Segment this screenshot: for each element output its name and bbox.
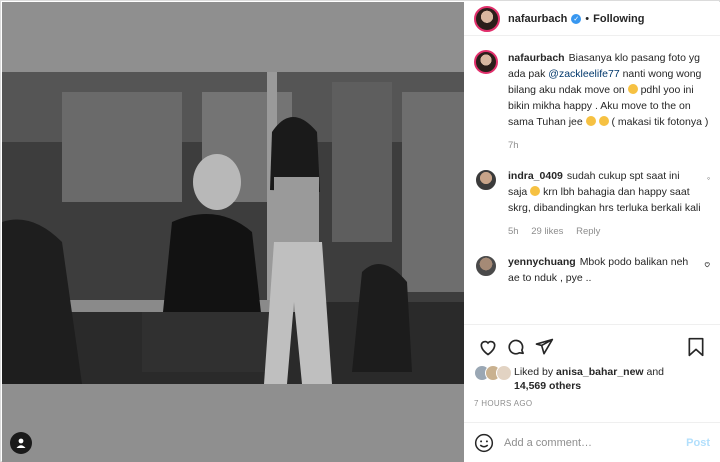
post-comment-button[interactable]: Post — [686, 437, 710, 449]
commenter-avatar[interactable] — [474, 254, 498, 278]
caption-time[interactable]: 7h — [508, 140, 519, 151]
likes-text: Liked by anisa_bahar_new and 14,569 othe… — [514, 365, 664, 393]
comment-likes[interactable]: 29 likes — [531, 226, 563, 237]
following-button[interactable]: Following — [593, 13, 644, 25]
liker-avatars[interactable] — [474, 365, 514, 383]
likes-summary: Liked by anisa_bahar_new and 14,569 othe… — [474, 365, 710, 393]
heart-icon — [480, 340, 496, 356]
photo-illustration — [2, 72, 464, 384]
caption-username[interactable]: nafaurbach — [508, 52, 565, 64]
post-media[interactable] — [2, 2, 464, 462]
heart-eyes-emoji-icon — [585, 116, 596, 126]
comment-body: yennychuang Mbok podo balikan neh ae to n… — [508, 254, 698, 286]
person-emoji-icon — [627, 84, 638, 94]
share-button[interactable] — [530, 333, 558, 361]
author-avatar[interactable] — [474, 5, 500, 32]
post-time[interactable]: 7 HOURS AGO — [474, 399, 710, 408]
add-comment-bar: Post — [464, 422, 720, 462]
comments-list[interactable]: nafaurbach Biasanya klo pasang foto yg ad… — [464, 38, 720, 323]
post-dialog: nafaurbach ✓ • Following nafaurbach Biasa… — [0, 0, 720, 462]
comment-input[interactable] — [504, 436, 687, 449]
comment-reply-button[interactable]: Reply — [576, 226, 600, 237]
commenter-avatar[interactable] — [474, 168, 498, 192]
praying-emoji-icon — [530, 186, 541, 196]
comment-username[interactable]: indra_0409 — [508, 170, 563, 182]
liker-avatar — [496, 365, 512, 381]
likes-user[interactable]: anisa_bahar_new — [556, 366, 644, 378]
comment-heart-icon[interactable] — [707, 174, 710, 183]
heart-eyes-emoji-icon-2 — [598, 116, 609, 126]
separator-dot: • — [585, 12, 590, 25]
like-button[interactable] — [474, 333, 502, 361]
share-icon — [535, 338, 554, 355]
comment-item: yennychuang Mbok podo balikan neh ae to n… — [474, 254, 710, 286]
tag-button[interactable] — [10, 432, 32, 454]
post-photo[interactable] — [2, 72, 464, 384]
bookmark-icon — [688, 337, 704, 357]
action-bar — [474, 333, 710, 361]
comment-body: indra_0409 sudah cukup spt saat ini saja … — [508, 168, 701, 240]
likes-prefix: Liked by — [514, 366, 557, 378]
caption-text-4: ( makasi tik fotonya ) — [608, 116, 709, 128]
likes-others[interactable]: 14,569 others — [514, 380, 581, 392]
comment-heart-icon[interactable] — [704, 260, 710, 269]
verified-badge-icon: ✓ — [571, 13, 582, 24]
comment-button[interactable] — [502, 333, 530, 361]
caption-meta: 7h — [508, 138, 710, 154]
post-sidebar: nafaurbach ✓ • Following nafaurbach Biasa… — [464, 2, 720, 462]
user-tag-icon — [16, 438, 26, 448]
caption-author-avatar[interactable] — [474, 50, 498, 74]
comment-meta: 5h 29 likes Reply — [508, 224, 701, 240]
post-header: nafaurbach ✓ • Following — [464, 2, 720, 36]
save-button[interactable] — [682, 333, 710, 361]
author-username[interactable]: nafaurbach — [508, 13, 567, 25]
post-actions: Liked by anisa_bahar_new and 14,569 othe… — [464, 324, 720, 408]
comment-icon — [508, 339, 524, 355]
likes-and: and — [643, 366, 665, 378]
caption-body: nafaurbach Biasanya klo pasang foto yg ad… — [508, 50, 710, 154]
comment-item: indra_0409 sudah cukup spt saat ini saja … — [474, 168, 710, 240]
smiley-icon[interactable] — [474, 433, 494, 453]
comment-username[interactable]: yennychuang — [508, 256, 576, 268]
caption: nafaurbach Biasanya klo pasang foto yg ad… — [474, 50, 710, 154]
comment-time[interactable]: 5h — [508, 226, 519, 237]
caption-mention[interactable]: @zackleelife77 — [548, 68, 619, 80]
